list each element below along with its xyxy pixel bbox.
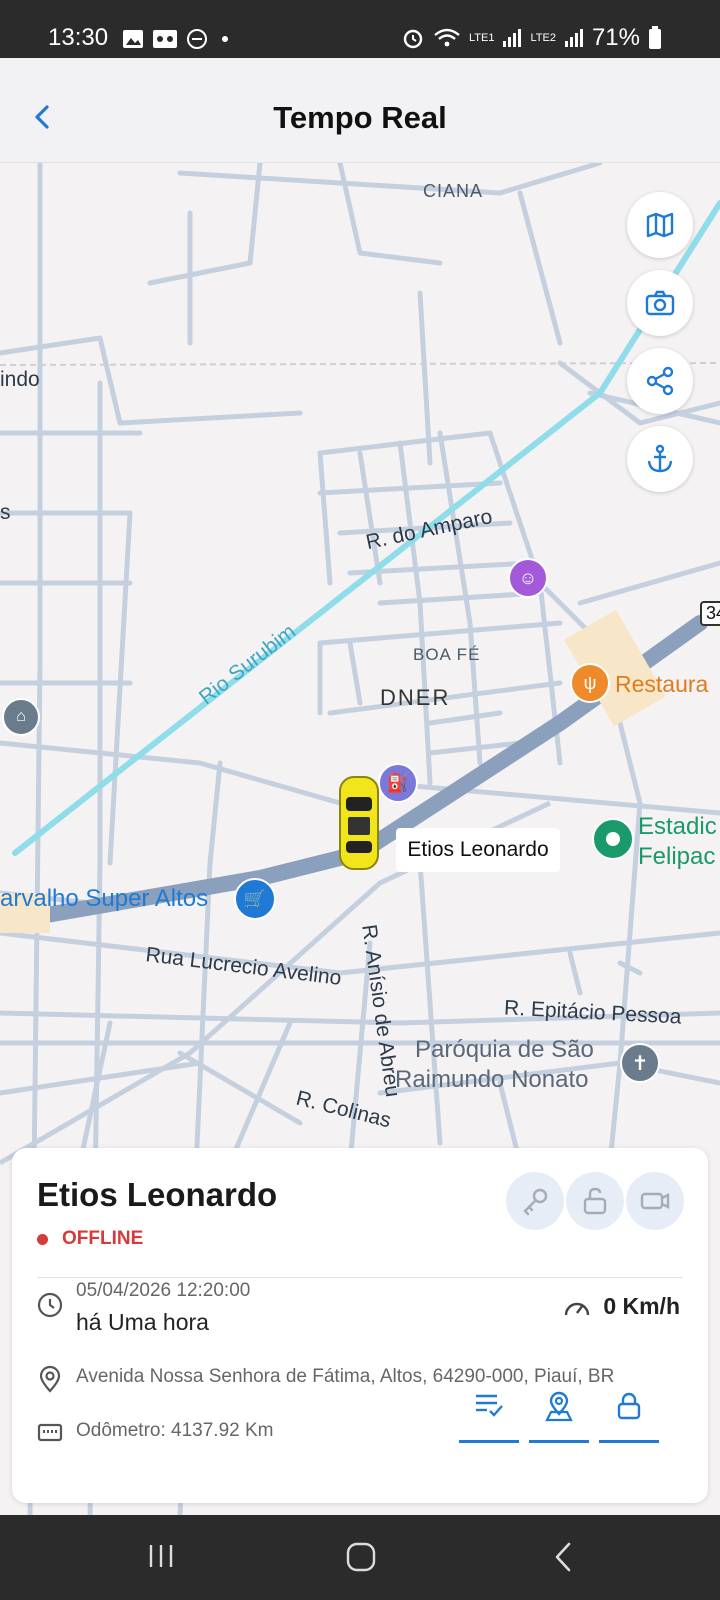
speedometer-icon	[565, 1302, 590, 1315]
battery-icon	[649, 26, 661, 49]
wifi-icon	[434, 28, 460, 47]
speed-value: 0 Km/h	[603, 1293, 680, 1319]
map-label: Paróquia de São	[415, 1036, 594, 1063]
clock-icon	[37, 1292, 63, 1318]
shopping-cart-pin-icon[interactable]: 🛒	[234, 878, 276, 920]
last-update-datetime: 05/04/2026 12:20:00	[76, 1280, 251, 1301]
divider	[37, 1277, 683, 1278]
stadium-pin-icon[interactable]	[592, 818, 634, 860]
status-right: LTE1 LTE2 71%	[401, 24, 662, 52]
dnd-icon	[187, 29, 207, 49]
unlock-button[interactable]	[566, 1172, 624, 1230]
image-icon	[123, 30, 143, 48]
map-layers-button[interactable]	[627, 192, 693, 258]
car-marker-icon[interactable]	[338, 775, 380, 871]
voicemail-icon	[153, 30, 177, 48]
share-button[interactable]	[627, 348, 693, 414]
speed-readout: 0 Km/h	[563, 1293, 680, 1320]
events-button[interactable]	[459, 1390, 519, 1443]
status-text: OFFLINE	[62, 1228, 144, 1249]
status-time: 13:30	[48, 24, 109, 51]
map-label: BOA FÉ	[413, 645, 481, 664]
app-header: Tempo Real	[0, 58, 720, 163]
signal-icon	[503, 29, 522, 47]
map-label: DNER	[380, 685, 451, 710]
battery-text: 71%	[591, 24, 640, 51]
signal-icon	[564, 29, 583, 47]
anchor-icon	[647, 444, 673, 473]
list-check-icon	[476, 1394, 503, 1417]
lock-button[interactable]	[599, 1390, 659, 1443]
key-button[interactable]	[506, 1172, 564, 1230]
church-pin-icon[interactable]: ✝	[620, 1043, 660, 1083]
route-shield: 34	[700, 601, 720, 626]
camera-device-icon	[640, 1192, 670, 1210]
museum-pin-icon[interactable]: ⌂	[2, 698, 40, 736]
location-pin-icon	[39, 1365, 61, 1393]
location-person-icon	[545, 1391, 573, 1422]
camera-icon	[645, 290, 675, 316]
status-bar: 13:30 LTE1 LTE2 71%	[0, 0, 720, 58]
home-icon[interactable]	[345, 1541, 377, 1573]
vehicle-name: Etios Leonardo	[37, 1176, 278, 1213]
camera-button[interactable]	[627, 270, 693, 336]
last-update-relative: há Uma hora	[76, 1309, 209, 1335]
address-text: Avenida Nossa Senhora de Fátima, Altos, …	[76, 1366, 615, 1387]
map-icon	[646, 212, 674, 238]
car-label: Etios Leonardo	[396, 828, 560, 872]
camera-device-button[interactable]	[626, 1172, 684, 1230]
status-badge: OFFLINE	[37, 1228, 143, 1250]
recent-apps-icon[interactable]	[146, 1541, 176, 1571]
map-label: arvalho Super Altos	[0, 885, 209, 912]
dot-icon	[222, 36, 228, 42]
vehicle-card: Etios Leonardo OFFLINE 05/04/2026 12:20:…	[12, 1148, 708, 1503]
alarm-icon	[403, 29, 423, 49]
map-label: Estadic	[638, 813, 717, 840]
page-title: Tempo Real	[273, 100, 447, 135]
odometer-text: Odômetro: 4137.92 Km	[76, 1420, 274, 1441]
key-icon	[523, 1188, 548, 1216]
network-lte2: LTE2	[530, 32, 556, 44]
unlock-icon	[583, 1187, 607, 1215]
restaurant-pin-icon[interactable]: ψ	[570, 663, 610, 703]
lock-icon	[617, 1392, 641, 1420]
notification-icons	[122, 28, 228, 50]
locate-button[interactable]	[529, 1390, 589, 1443]
status-dot	[37, 1233, 48, 1245]
anchor-button[interactable]	[627, 426, 693, 492]
share-icon	[646, 366, 674, 396]
system-nav-bar	[0, 1515, 720, 1600]
back-icon[interactable]	[551, 1541, 575, 1573]
odometer-icon	[37, 1423, 63, 1442]
fuel-pin-icon[interactable]: ⛽	[378, 763, 418, 803]
map-label: indo	[0, 368, 40, 391]
map-label: Raimundo Nonato	[395, 1066, 589, 1093]
map-label: s	[0, 501, 11, 524]
entertainment-pin-icon[interactable]: ☺	[508, 558, 548, 598]
network-lte1: LTE1	[468, 32, 495, 44]
map-label: CIANA	[423, 181, 484, 201]
map-label: Felipac	[638, 843, 716, 870]
map-label: Restaura	[615, 671, 709, 697]
